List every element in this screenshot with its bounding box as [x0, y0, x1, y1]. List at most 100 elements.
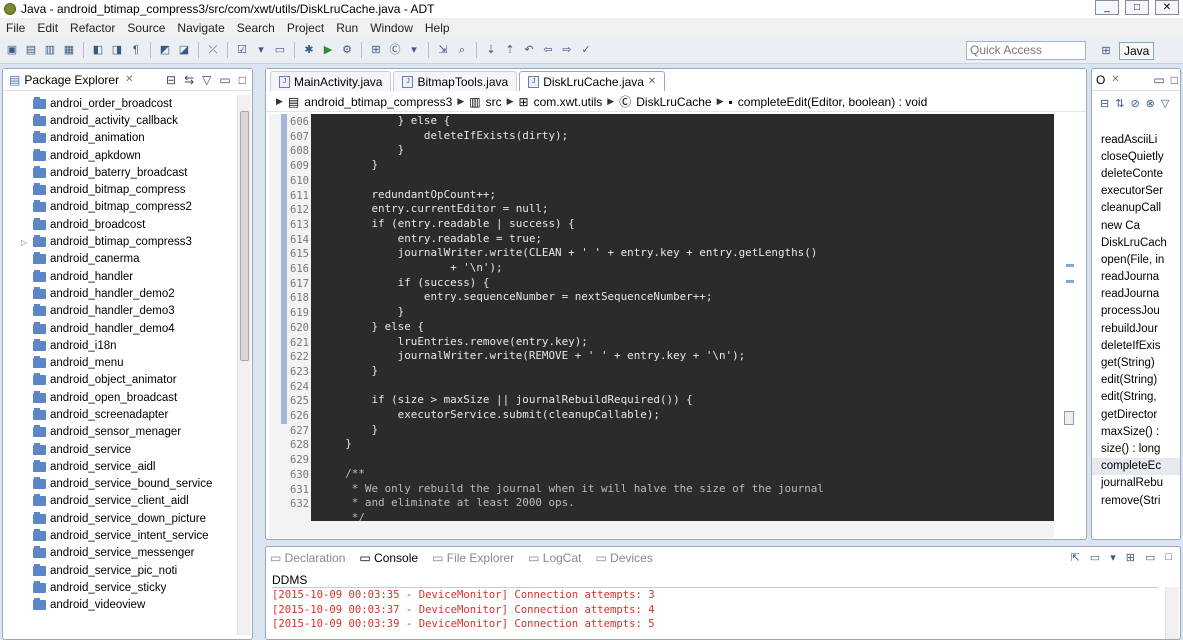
project-item[interactable]: android_broadcost [3, 216, 239, 233]
dropdown-icon[interactable]: ▾ [1110, 551, 1116, 564]
view-menu-icon[interactable]: ▽ [1161, 97, 1169, 125]
outline-item[interactable]: executorSer [1092, 183, 1180, 200]
outline-item[interactable]: completeEc [1092, 457, 1180, 475]
close-button[interactable]: ✕ [1155, 0, 1179, 15]
skip-breakpoints-icon[interactable]: ⤫ [205, 42, 221, 58]
project-item[interactable]: androi_order_broadcost [3, 95, 239, 112]
project-item[interactable]: android_service_pic_noti [3, 562, 239, 579]
editor-tab[interactable]: J DiskLruCache.java ✕ [519, 71, 666, 91]
project-item[interactable]: android_activity_callback [3, 112, 239, 129]
menu-item-source[interactable]: Source [127, 21, 165, 35]
outline-item[interactable]: new Ca [1092, 217, 1180, 234]
minimize-view-icon[interactable]: ▭ [219, 73, 230, 87]
minimize-button[interactable]: _ [1095, 0, 1119, 15]
avd-manager-icon[interactable]: ◨ [109, 42, 125, 58]
project-item[interactable]: android_handler_demo3 [3, 303, 239, 320]
outline-item[interactable]: DiskLruCach [1092, 234, 1180, 251]
project-item[interactable]: android_open_broadcast [3, 389, 239, 406]
maximize-button[interactable]: □ [1125, 0, 1149, 15]
project-item[interactable]: android_bitmap_compress [3, 181, 239, 198]
project-item[interactable]: android_handler_demo4 [3, 320, 239, 337]
new-android-project-icon[interactable]: ◩ [157, 42, 173, 58]
tab-logcat[interactable]: ▭ LogCat [528, 551, 581, 565]
dropdown-icon[interactable]: ▾ [253, 42, 269, 58]
new-icon[interactable]: ▣ [4, 42, 20, 58]
project-item[interactable]: android_canerma [3, 251, 239, 268]
outline-item[interactable]: maxSize() : [1092, 423, 1180, 440]
display-selected-console-icon[interactable]: ▭ [1090, 551, 1100, 564]
tab-console[interactable]: ▭ Console [359, 551, 418, 565]
new-console-icon[interactable]: ⊞ [1126, 551, 1135, 564]
outline-item[interactable]: size() : long [1092, 440, 1180, 457]
breadcrumb-item[interactable]: src [486, 95, 502, 109]
debug-icon[interactable]: ✱ [301, 42, 317, 58]
close-icon[interactable]: ✕ [648, 76, 656, 87]
outline-item[interactable]: edit(String) [1092, 372, 1180, 389]
outline-item[interactable]: remove(Stri [1092, 492, 1180, 509]
outline-item[interactable]: readJourna [1092, 286, 1180, 303]
outline-item[interactable]: deleteIfExis [1092, 337, 1180, 354]
sort-icon[interactable]: ⇅ [1115, 97, 1124, 125]
quick-access-input[interactable]: Quick Access [966, 41, 1086, 60]
project-item[interactable]: android_service_down_picture [3, 510, 239, 527]
open-console-icon[interactable]: ⇱ [1071, 551, 1080, 564]
project-item[interactable]: android_bitmap_compress2 [3, 199, 239, 216]
hide-fields-icon[interactable]: ⊘ [1130, 97, 1139, 125]
project-item[interactable]: android_i18n [3, 337, 239, 354]
new-package-icon[interactable]: ⊞ [368, 42, 384, 58]
last-edit-icon[interactable]: ↶ [521, 42, 537, 58]
project-item[interactable]: android_handler [3, 268, 239, 285]
minimize-view-icon[interactable]: ▭ [1153, 73, 1164, 87]
breadcrumb-item[interactable]: DiskLruCache [636, 95, 711, 109]
outline-item[interactable]: open(File, in [1092, 251, 1180, 268]
open-console-icon[interactable]: ▭ [272, 42, 288, 58]
expand-arrow-icon[interactable]: ▷ [21, 238, 33, 247]
editor-tab[interactable]: J MainActivity.java [270, 71, 392, 91]
editor-tab[interactable]: J BitmapTools.java [393, 71, 518, 91]
open-type-icon[interactable]: ⇲ [435, 42, 451, 58]
outline-tab[interactable]: O [1096, 73, 1105, 87]
project-item[interactable]: android_sensor_menager [3, 424, 239, 441]
code-area[interactable]: 606 607 608 609 610 611 612 613 614 615 616 617 618 6… [269, 114, 1054, 521]
tab-devices[interactable]: ▭ Devices [595, 551, 652, 565]
project-item[interactable]: android_service_aidl [3, 458, 239, 475]
annotation-next-icon[interactable]: ⇣ [483, 42, 499, 58]
project-item[interactable]: android_service_messenger [3, 545, 239, 562]
lint-icon[interactable]: ¶ [128, 42, 144, 58]
search-icon[interactable]: ⌕ [454, 42, 470, 58]
outline-item[interactable]: readJourna [1092, 269, 1180, 286]
project-item[interactable]: android_handler_demo2 [3, 285, 239, 302]
tab-file-explorer[interactable]: ▭ File Explorer [432, 551, 514, 565]
collapse-all-icon[interactable]: ⊟ [166, 73, 176, 87]
project-item[interactable]: android_animation [3, 130, 239, 147]
task-icon[interactable]: ☑ [234, 42, 250, 58]
view-menu-icon[interactable]: ▽ [202, 73, 211, 87]
maximize-view-icon[interactable]: □ [1165, 551, 1172, 564]
menu-item-project[interactable]: Project [287, 21, 324, 35]
collapse-icon[interactable]: ⊟ [1100, 97, 1109, 125]
outline-item[interactable]: readAsciiLi [1092, 131, 1180, 148]
android-sdk-icon[interactable]: ◧ [90, 42, 106, 58]
close-icon[interactable]: ✕ [125, 74, 133, 85]
new-android-xml-icon[interactable]: ◪ [176, 42, 192, 58]
breadcrumb-item[interactable]: completeEdit(Editor, boolean) : void [738, 95, 927, 109]
project-item[interactable]: android_menu [3, 354, 239, 371]
new-class-icon[interactable]: Ⓒ [387, 42, 403, 58]
package-explorer-title[interactable]: Package Explorer [24, 73, 119, 87]
external-tools-icon[interactable]: ⚙ [339, 42, 355, 58]
outline-item[interactable]: closeQuietly [1092, 148, 1180, 165]
project-item[interactable]: android_service_sticky [3, 579, 239, 596]
maximize-view-icon[interactable]: □ [1171, 73, 1178, 87]
hide-static-icon[interactable]: ⊗ [1146, 97, 1155, 125]
breadcrumb-item[interactable]: com.xwt.utils [534, 95, 603, 109]
run-icon[interactable]: ▶ [320, 42, 336, 58]
project-item[interactable]: android_service_client_aidl [3, 493, 239, 510]
menu-item-edit[interactable]: Edit [37, 21, 58, 35]
link-editor-icon[interactable]: ⇆ [184, 73, 194, 87]
save-icon[interactable]: ▤ [23, 42, 39, 58]
menu-item-run[interactable]: Run [336, 21, 358, 35]
menu-item-navigate[interactable]: Navigate [177, 21, 224, 35]
tree-scrollbar[interactable] [237, 95, 251, 635]
outline-item[interactable]: get(String) [1092, 354, 1180, 371]
annotation-prev-icon[interactable]: ⇡ [502, 42, 518, 58]
